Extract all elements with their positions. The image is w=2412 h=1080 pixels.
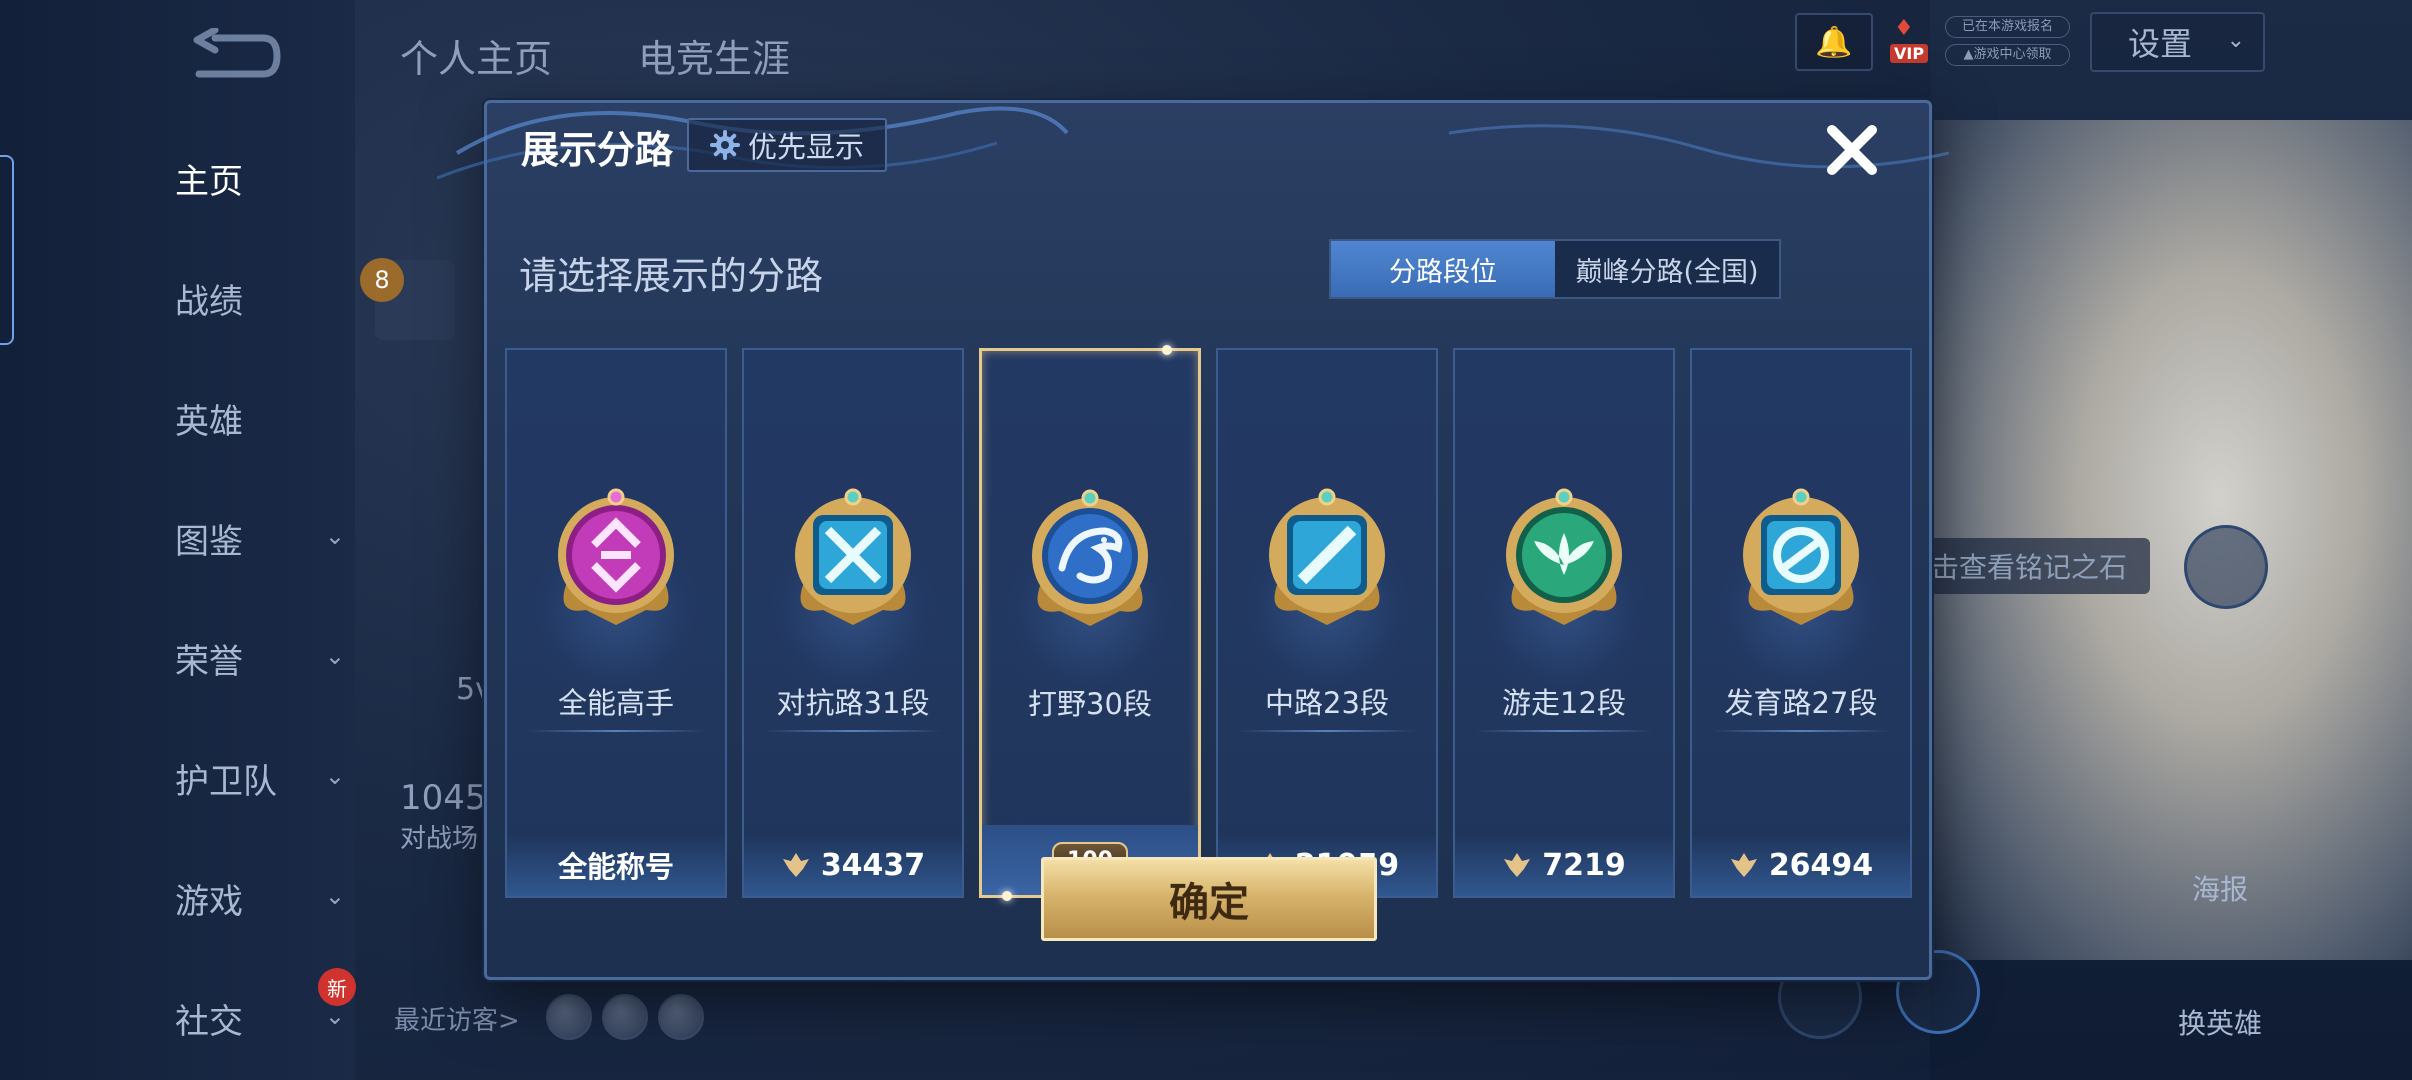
hint-text: 点击查看铭记之石 xyxy=(1902,551,2127,584)
lane-card-clash[interactable]: 对抗路31段 34437 xyxy=(742,348,964,898)
notification-button[interactable]: 🔔 xyxy=(1795,13,1873,71)
sidebar-item-codex[interactable]: 图鉴 ⌄ xyxy=(175,508,345,568)
clash-lane-badge-icon xyxy=(795,488,911,625)
vip-badge[interactable]: ♦ VIP xyxy=(1890,16,1938,68)
chevron-down-icon: ⌄ xyxy=(324,762,345,790)
selection-sparkle xyxy=(1002,891,1012,901)
lane-card-roam[interactable]: 游走12段 7219 xyxy=(1453,348,1675,898)
chevron-down-icon: ⌄ xyxy=(324,522,345,550)
combat-power-icon xyxy=(1730,853,1757,877)
tab-esports-career[interactable]: 电竞生涯 xyxy=(638,28,790,83)
lane-card-all-round[interactable]: 全能高手 全能称号 xyxy=(505,348,727,898)
mid-lane-badge-icon xyxy=(1269,488,1385,625)
level-badge: 8 xyxy=(360,258,404,302)
stats-partial-value: 1045 xyxy=(400,778,487,818)
settings-dropdown[interactable]: 设置 ⌄ xyxy=(2090,12,2265,72)
score-value: 7219 xyxy=(1542,847,1626,883)
confirm-label: 确定 xyxy=(1169,880,1249,926)
score-value: 34437 xyxy=(820,847,926,883)
game-center-pill[interactable]: ▲游戏中心领取 xyxy=(1945,44,2070,66)
lane-card-score: 26494 xyxy=(1692,834,1910,896)
sidebar-item-label: 英雄 xyxy=(175,401,243,442)
bell-icon: 🔔 xyxy=(1815,24,1853,60)
all-round-badge-icon xyxy=(558,488,674,625)
sidebar-item-honors[interactable]: 荣誉 ⌄ xyxy=(175,628,345,688)
lane-card-name: 游走12段 xyxy=(1502,686,1626,720)
lane-card-mid[interactable]: 中路23段 21059 xyxy=(1216,348,1438,898)
lane-card-name: 中路23段 xyxy=(1265,686,1389,720)
lane-card-farm[interactable]: 发育路27段 26494 xyxy=(1690,348,1912,898)
settings-label: 设置 xyxy=(2128,25,2193,63)
dialog-title: 展示分路 xyxy=(521,128,674,172)
event-pill[interactable]: 已在本游戏报名 xyxy=(1945,16,2070,38)
visitor-avatar[interactable] xyxy=(602,994,648,1040)
score-value: 26494 xyxy=(1768,847,1874,883)
sidebar-item-home[interactable]: 主页 xyxy=(175,148,345,208)
confirm-button[interactable]: 确定 xyxy=(1041,857,1377,941)
visitor-avatar[interactable] xyxy=(546,994,592,1040)
lane-card-name: 发育路27段 xyxy=(1724,686,1878,720)
chevron-down-icon: ⌄ xyxy=(324,642,345,670)
sidebar-item-heroes[interactable]: 英雄 xyxy=(175,388,345,448)
roam-badge-icon xyxy=(1506,488,1622,625)
card-divider xyxy=(1238,730,1416,732)
lane-card-name: 全能高手 xyxy=(557,686,674,720)
jungle-dragon-badge-icon xyxy=(1032,489,1148,626)
sidebar-item-label: 图鉴 xyxy=(175,521,243,562)
lane-mode-toggle: 分路段位 巅峰分路(全国) xyxy=(1329,239,1781,299)
card-divider xyxy=(764,730,942,732)
sidebar-item-label: 护卫队 xyxy=(175,761,277,802)
back-button[interactable] xyxy=(185,26,285,86)
combat-power-icon xyxy=(782,853,809,877)
lane-card-name: 打野30段 xyxy=(1028,687,1152,721)
new-badge: 新 xyxy=(318,968,356,1006)
sidebar-item-social[interactable]: 社交 ⌄ xyxy=(175,988,345,1048)
sidebar-item-records[interactable]: 战绩 xyxy=(175,268,345,328)
back-arrow-icon xyxy=(193,26,281,78)
vip-label: VIP xyxy=(1890,44,1929,63)
lane-card-score: 34437 xyxy=(744,834,962,896)
visitor-avatar[interactable] xyxy=(658,994,704,1040)
sidebar-item-games[interactable]: 游戏 ⌄ xyxy=(175,868,345,928)
sidebar-item-label: 主页 xyxy=(175,161,243,202)
priority-label: 优先显示 xyxy=(747,130,864,164)
lane-card-list: 全能高手 全能称号 对抗路31段 34437 打野30段 中路23段 游走12段… xyxy=(505,345,1915,901)
selection-sparkle xyxy=(1162,345,1172,355)
stats-partial-caption: 对战场 xyxy=(400,824,479,854)
lane-card-title-label: 全能称号 xyxy=(507,834,725,896)
sidebar-item-label: 游戏 xyxy=(175,881,243,922)
lane-card-jungle[interactable]: 打野30段 100 xyxy=(979,345,1201,901)
chevron-down-icon: ⌄ xyxy=(324,1002,345,1030)
poster-button[interactable]: 海报 xyxy=(2192,868,2248,908)
sidebar-item-label: 战绩 xyxy=(175,281,243,322)
dialog-subtitle: 请选择展示的分路 xyxy=(519,254,824,298)
chevron-down-icon: ⌄ xyxy=(324,882,345,910)
tab-peak-lane-national[interactable]: 巅峰分路(全国) xyxy=(1555,241,1779,297)
nav-selection-edge xyxy=(0,155,14,345)
chevron-down-icon: ⌄ xyxy=(2226,28,2245,53)
sidebar-item-label: 荣誉 xyxy=(175,641,243,682)
card-divider xyxy=(1475,730,1653,732)
tab-lane-rank[interactable]: 分路段位 xyxy=(1331,241,1555,297)
flame-icon: ♦ xyxy=(1894,16,1914,41)
switch-hero-button[interactable]: 换英雄 xyxy=(2178,1002,2262,1042)
farm-lane-badge-icon xyxy=(1743,488,1859,625)
close-button[interactable] xyxy=(1817,115,1887,185)
gear-icon xyxy=(709,130,740,160)
tab-personal-home[interactable]: 个人主页 xyxy=(400,28,552,83)
card-divider xyxy=(1712,730,1890,732)
close-icon xyxy=(1827,125,1877,175)
lane-card-score: 7219 xyxy=(1455,834,1673,896)
priority-display-button[interactable]: 优先显示 xyxy=(687,118,887,172)
card-divider xyxy=(527,730,705,732)
sidebar-item-guard[interactable]: 护卫队 ⌄ xyxy=(175,748,345,808)
recent-visitors-link[interactable]: 最近访客> xyxy=(394,1000,520,1037)
sidebar-item-label: 社交 xyxy=(175,1001,243,1042)
inscription-stone-button[interactable] xyxy=(2184,525,2268,609)
combat-power-icon xyxy=(1504,853,1531,877)
lane-card-name: 对抗路31段 xyxy=(776,686,930,720)
lane-display-dialog: 展示分路 优先显示 请选择展示的分路 分路段位 巅峰分路(全国) 全能高手 全能… xyxy=(437,100,1950,980)
